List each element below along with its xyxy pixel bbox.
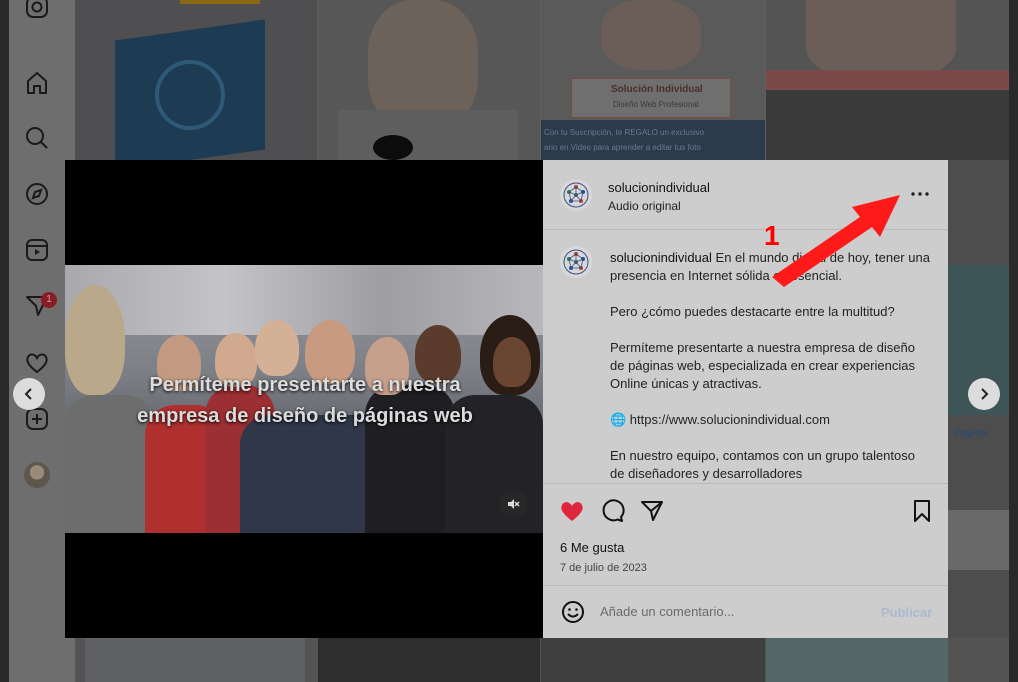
caption-avatar[interactable] [560, 246, 592, 278]
grid-tile[interactable] [766, 0, 1009, 160]
tile-brand-label: Solución Individual [611, 84, 703, 95]
comment-input[interactable] [600, 604, 870, 619]
network-logo-icon [563, 182, 589, 208]
reels-icon[interactable] [24, 237, 50, 263]
grid-tile[interactable] [75, 0, 317, 160]
header-username[interactable]: solucionindividual [608, 180, 710, 195]
explore-icon[interactable] [24, 181, 50, 207]
comment-button[interactable] [599, 498, 625, 524]
bookmark-icon [914, 500, 930, 522]
chevron-right-icon [981, 388, 989, 400]
share-button[interactable] [639, 498, 665, 524]
video-player[interactable]: Permíteme presentarte a nuestra empresa … [65, 265, 543, 533]
caption-paragraph-2: Pero ¿cómo puedes destacarte entre la mu… [610, 304, 895, 319]
likes-count[interactable]: 6 Me gusta [560, 540, 624, 555]
post-actions: 6 Me gusta 7 de julio de 2023 [543, 483, 948, 585]
more-options-button[interactable] [909, 186, 931, 202]
network-logo-icon [563, 249, 589, 275]
overlay-line-1: Permíteme presentarte a nuestra [149, 374, 461, 396]
emoji-icon [562, 601, 584, 623]
heart-filled-icon [561, 502, 583, 521]
header-audio-label[interactable]: Audio original [608, 199, 681, 213]
send-icon [641, 501, 663, 521]
grid-tile[interactable]: Pagina radio [948, 160, 1009, 682]
comment-icon [602, 499, 625, 522]
emoji-button[interactable] [560, 599, 586, 625]
tile-promo-text: Con tu Suscripción, te REGALO un exclusi… [544, 128, 705, 137]
caption-paragraph-5: En nuestro equipo, contamos con un grupo… [610, 448, 915, 481]
tile-page-text: Pagina [954, 428, 987, 439]
right-gutter [1009, 0, 1018, 682]
heart-icon[interactable] [24, 350, 50, 376]
annotation-arrow-icon [772, 195, 900, 287]
caption-username[interactable]: solucionindividual [610, 250, 712, 265]
publish-button[interactable]: Publicar [881, 605, 932, 620]
home-icon[interactable] [24, 70, 50, 96]
mute-button[interactable] [499, 490, 527, 518]
ellipsis-icon [911, 192, 929, 196]
grid-tile[interactable]: Solución Individual Diseño Web Profesion… [541, 0, 765, 160]
post-media[interactable]: Permíteme presentarte a nuestra empresa … [65, 160, 543, 638]
left-gutter [0, 0, 9, 682]
profile-avatar[interactable] [24, 462, 50, 488]
comment-bar: Publicar [543, 585, 948, 638]
video-overlay-text: Permíteme presentarte a nuestra empresa … [95, 370, 515, 432]
caption-link[interactable]: 🌐 https://www.solucionindividual.com [610, 411, 930, 429]
tile-brand-sub: Diseño Web Profesional [613, 100, 699, 109]
caption-paragraph-3: Permíteme presentarte a nuestra empresa … [610, 340, 915, 391]
chevron-left-icon [24, 388, 32, 400]
account-avatar[interactable] [560, 179, 592, 211]
search-icon[interactable] [24, 125, 50, 151]
save-button[interactable] [909, 498, 935, 524]
notification-badge: 1 [41, 292, 57, 308]
muted-speaker-icon [508, 499, 520, 509]
overlay-line-2: empresa de diseño de páginas web [137, 405, 473, 427]
post-date[interactable]: 7 de julio de 2023 [560, 562, 647, 574]
instagram-icon[interactable] [24, 0, 50, 20]
grid-tile[interactable] [318, 0, 540, 160]
grid-tile-row[interactable] [75, 638, 1009, 682]
previous-post-button[interactable] [13, 378, 45, 410]
next-post-button[interactable] [968, 378, 1000, 410]
tile-promo-text-2: ario en Video para aprender a editar tus… [544, 143, 701, 152]
like-button[interactable] [559, 498, 585, 524]
